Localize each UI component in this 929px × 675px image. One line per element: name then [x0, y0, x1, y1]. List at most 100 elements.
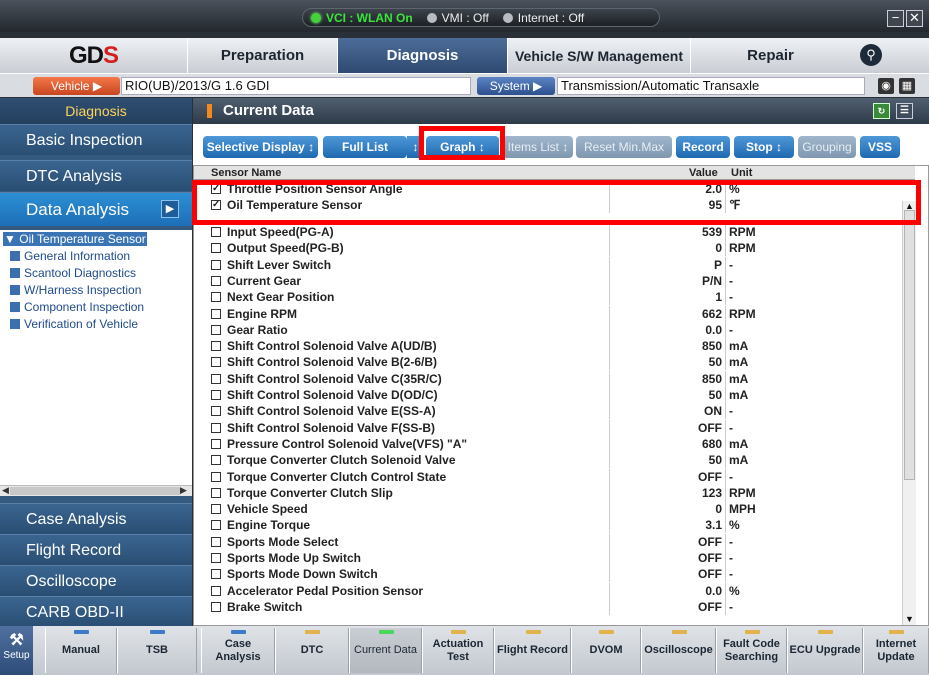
- row-checkbox[interactable]: [211, 438, 221, 449]
- row-checkbox[interactable]: [211, 504, 221, 515]
- row-checkbox[interactable]: [211, 357, 221, 368]
- row-checkbox[interactable]: [211, 422, 221, 433]
- table-row[interactable]: Shift Control Solenoid Valve E(SS-A) ON -: [194, 403, 902, 420]
- record-button[interactable]: Record: [676, 136, 730, 158]
- row-checkbox[interactable]: [211, 553, 221, 563]
- table-row[interactable]: Sports Mode Up Switch OFF -: [194, 550, 902, 566]
- dock-tsb-button[interactable]: TSB: [117, 628, 197, 673]
- dock-ecu-upgrade-button[interactable]: ECU Upgrade: [787, 628, 863, 673]
- chevron-right-icon[interactable]: ▶: [161, 200, 179, 218]
- tab-preparation[interactable]: Preparation: [187, 38, 337, 73]
- tree-leaf-scantool-diagnostics[interactable]: Scantool Diagnostics: [10, 266, 136, 280]
- row-checkbox[interactable]: [211, 324, 221, 335]
- tab-vehicle-sw-management[interactable]: Vehicle S/W Management: [507, 38, 690, 73]
- row-checkbox[interactable]: [211, 373, 221, 384]
- row-checkbox[interactable]: [211, 275, 221, 286]
- row-checkbox[interactable]: [211, 308, 221, 319]
- stop-button[interactable]: Stop ↕: [734, 136, 794, 158]
- table-row[interactable]: Torque Converter Clutch Solenoid Valve 50…: [194, 452, 902, 469]
- close-button[interactable]: ✕: [906, 10, 923, 27]
- row-checkbox[interactable]: [211, 471, 221, 482]
- table-row[interactable]: Sports Mode Select OFF -: [194, 533, 902, 550]
- tree-leaf-general-information[interactable]: General Information: [10, 249, 130, 263]
- scroll-thumb[interactable]: [904, 210, 915, 480]
- dock-case-analysis-button[interactable]: Case Analysis: [201, 628, 275, 673]
- table-row[interactable]: Gear Ratio 0.0-: [194, 321, 902, 338]
- column-header-value[interactable]: Value: [689, 167, 718, 179]
- table-row[interactable]: Engine Torque 3.1%: [194, 517, 902, 534]
- menu-icon[interactable]: ☰: [896, 103, 913, 119]
- column-header-sensor-name[interactable]: Sensor Name: [211, 167, 281, 179]
- dock-fault-code-searching-button[interactable]: Fault Code Searching: [716, 628, 787, 673]
- vss-button[interactable]: VSS: [860, 136, 900, 158]
- full-list-button[interactable]: Full List: [323, 136, 407, 158]
- sidebar-item-dtc-analysis[interactable]: DTC Analysis: [0, 160, 192, 191]
- table-row[interactable]: Torque Converter Clutch Control State OFF…: [194, 468, 902, 485]
- table-row[interactable]: Shift Control Solenoid Valve C(35R/C) 850…: [194, 370, 902, 387]
- sidebar-item-oscilloscope[interactable]: Oscilloscope: [0, 565, 192, 596]
- row-checkbox[interactable]: [211, 487, 221, 498]
- tree-leaf-wharness-inspection[interactable]: W/Harness Inspection: [10, 283, 141, 297]
- dock-dvom-button[interactable]: DVOM: [571, 628, 641, 673]
- row-checkbox[interactable]: [211, 536, 221, 547]
- table-row[interactable]: Engine RPM 662 RPM: [194, 305, 902, 322]
- table-row[interactable]: Shift Control Solenoid Valve D(OD/C) 50 mA: [194, 387, 902, 403]
- table-row[interactable]: Torque Converter Clutch Slip 123 RPM: [194, 484, 902, 501]
- tab-diagnosis[interactable]: Diagnosis: [337, 38, 507, 73]
- column-header-unit[interactable]: Unit: [731, 167, 752, 179]
- scroll-down-icon[interactable]: ▼: [905, 614, 914, 624]
- items-list-button[interactable]: Items List ↕: [503, 136, 573, 158]
- vehicle-select-button[interactable]: Vehicle ▶: [33, 77, 120, 95]
- tree-horizontal-scrollbar[interactable]: ◀ ▶: [0, 485, 192, 496]
- tree-leaf-component-inspection[interactable]: Component Inspection: [10, 300, 144, 314]
- dock-internet-update-button[interactable]: Internet Update: [863, 628, 929, 673]
- dock-flight-record-button[interactable]: Flight Record: [494, 628, 571, 673]
- row-checkbox[interactable]: [211, 341, 221, 352]
- sidebar-item-basic-inspection[interactable]: Basic Inspection: [0, 124, 192, 155]
- table-row[interactable]: Vehicle Speed 0 MPH: [194, 501, 902, 518]
- dock-dtc-button[interactable]: DTC: [275, 628, 349, 673]
- table-row[interactable]: Input Speed(PG-A) 539 RPM: [194, 224, 902, 240]
- row-checkbox[interactable]: [211, 227, 221, 237]
- row-checkbox[interactable]: [211, 406, 221, 417]
- setup-button[interactable]: ⚒ Setup: [0, 626, 33, 675]
- row-checkbox[interactable]: [211, 455, 221, 466]
- minimize-button[interactable]: −: [887, 10, 904, 27]
- table-row[interactable]: Accelerator Pedal Position Sensor 0.0%: [194, 582, 902, 599]
- table-row[interactable]: Shift Control Solenoid Valve B(2-6/B) 50 m…: [194, 354, 902, 371]
- table-row[interactable]: Sports Mode Down Switch OFF -: [194, 566, 902, 583]
- camera-icon[interactable]: ◉: [878, 78, 894, 94]
- search-icon[interactable]: ⚲: [860, 44, 882, 66]
- sidebar-item-flight-record[interactable]: Flight Record: [0, 534, 192, 565]
- scroll-right-icon[interactable]: ▶: [180, 485, 187, 496]
- tree-root-oil-temperature-sensor[interactable]: ▼ Oil Temperature Sensor: [3, 232, 147, 246]
- reset-min-max-button[interactable]: Reset Min.Max: [576, 136, 672, 158]
- scroll-left-icon[interactable]: ◀: [2, 485, 9, 496]
- tree-leaf-verification-of-vehicle[interactable]: Verification of Vehicle: [10, 317, 138, 331]
- dock-actuation-test-button[interactable]: Actuation Test: [422, 628, 494, 673]
- table-row[interactable]: Output Speed(PG-B) 0 RPM: [194, 240, 902, 257]
- table-row[interactable]: Pressure Control Solenoid Valve(VFS) "A"…: [194, 435, 902, 452]
- row-checkbox[interactable]: [211, 243, 221, 254]
- dock-oscilloscope-button[interactable]: Oscilloscope: [641, 628, 716, 673]
- table-vertical-scrollbar[interactable]: ▲ ▼: [902, 201, 916, 625]
- selective-display-button[interactable]: Selective Display ↕: [203, 136, 318, 158]
- system-select-button[interactable]: System ▶: [477, 77, 555, 95]
- table-row[interactable]: Brake Switch OFF -: [194, 598, 902, 615]
- sidebar-item-data-analysis[interactable]: Data Analysis ▶: [0, 192, 192, 226]
- retry-icon[interactable]: ↻: [873, 103, 890, 119]
- table-row[interactable]: Current Gear P/N -: [194, 272, 902, 289]
- row-checkbox[interactable]: [211, 569, 221, 580]
- dock-current-data-button[interactable]: Current Data: [349, 628, 422, 673]
- row-checkbox[interactable]: [211, 601, 221, 612]
- layout-icon[interactable]: ▦: [899, 78, 915, 94]
- row-checkbox[interactable]: [211, 259, 221, 270]
- dock-manual-button[interactable]: Manual: [45, 628, 117, 673]
- table-row[interactable]: Shift Control Solenoid Valve A(UD/B) 850 m…: [194, 338, 902, 355]
- sidebar-item-case-analysis[interactable]: Case Analysis: [0, 503, 192, 534]
- grouping-button[interactable]: Grouping: [798, 136, 856, 158]
- sidebar-item-carb-obd-ii[interactable]: CARB OBD-II: [0, 596, 192, 627]
- scroll-thumb[interactable]: [10, 487, 180, 495]
- table-row[interactable]: Next Gear Position 1-: [194, 289, 902, 306]
- row-checkbox[interactable]: [211, 390, 221, 400]
